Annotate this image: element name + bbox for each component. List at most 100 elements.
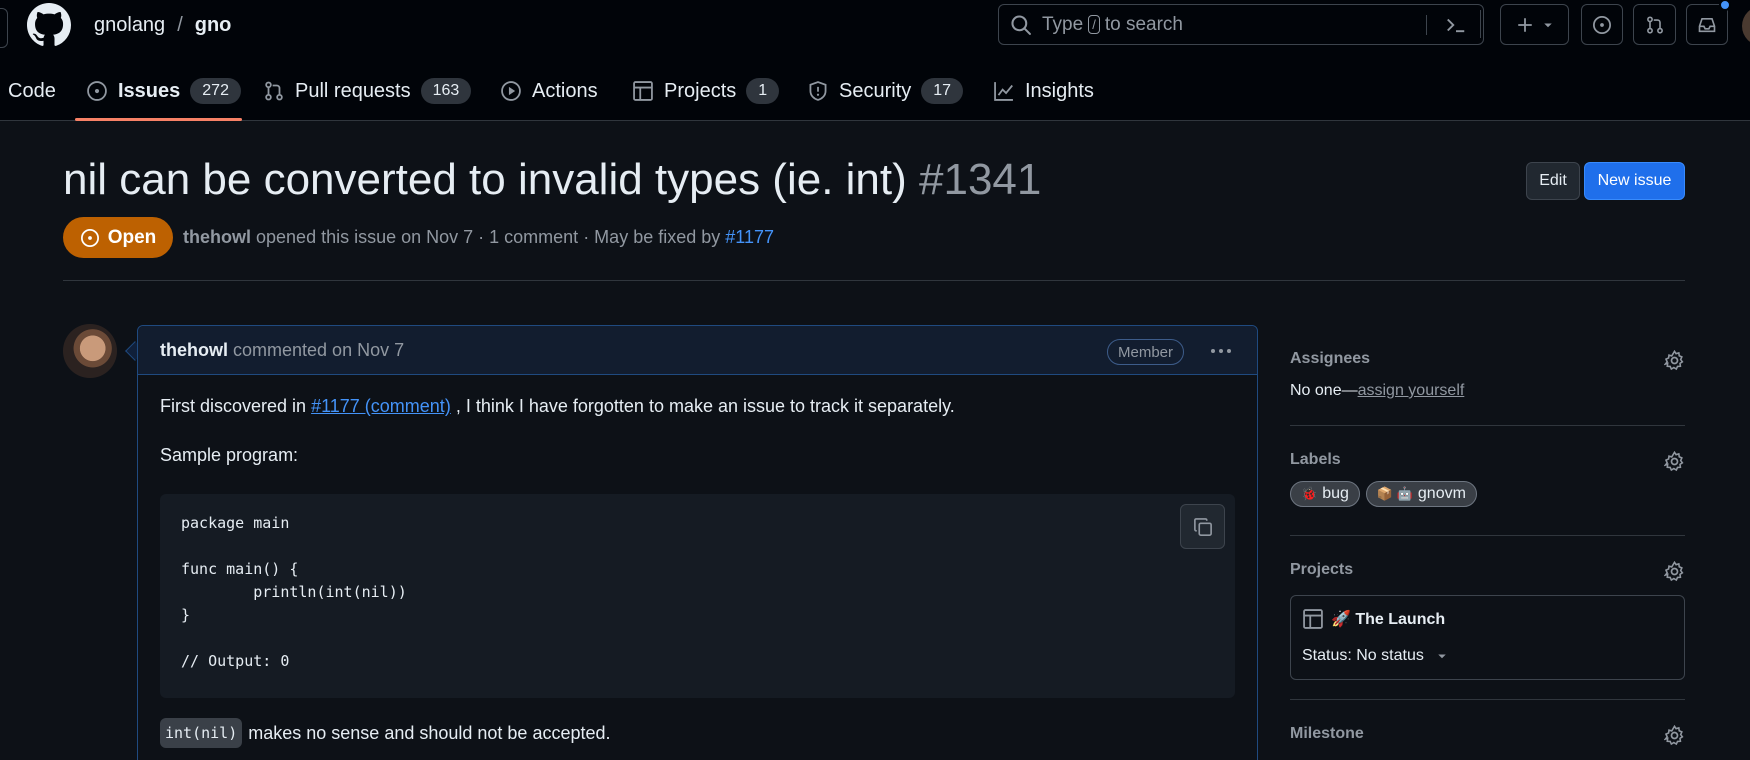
user-avatar[interactable] <box>1742 6 1750 46</box>
comment-author-link[interactable]: thehowl <box>160 340 228 360</box>
create-new-button[interactable] <box>1500 4 1569 45</box>
issue-author-link[interactable]: thehowl <box>183 227 251 247</box>
tab-security-label: Security <box>839 79 912 102</box>
tab-actions[interactable]: Actions <box>500 72 598 110</box>
gear-icon[interactable] <box>1664 350 1685 371</box>
issue-comment: thehowl commented on Nov 7 Member First … <box>137 325 1258 760</box>
search-shortcut-key: / <box>1088 15 1100 34</box>
search-placeholder-suffix: to search <box>1104 13 1183 35</box>
search-input[interactable]: Type / to search <box>998 4 1484 45</box>
your-issues-button[interactable] <box>1581 4 1623 45</box>
issue-title-text: nil can be converted to invalid types (i… <box>63 155 907 204</box>
label-bug[interactable]: 🐞 bug <box>1290 481 1360 507</box>
label-gnovm[interactable]: 📦 🤖 gnovm <box>1365 481 1477 507</box>
table-icon <box>1303 609 1323 629</box>
issue-number: #1341 <box>919 155 1042 204</box>
paragraph-text: makes no sense and should not be accepte… <box>248 723 611 743</box>
comment-byline: thehowl commented on Nov 7 <box>160 340 404 361</box>
code-block: package main func main() { println(int(n… <box>160 494 1235 698</box>
issue-meta: thehowl opened this issue on Nov 7 · 1 c… <box>183 227 774 248</box>
tab-pull-requests-label: Pull requests <box>295 79 411 102</box>
labels-list: 🐞 bug 📦 🤖 gnovm <box>1290 481 1685 507</box>
gear-icon[interactable] <box>1664 451 1685 472</box>
tab-projects[interactable]: Projects 1 <box>632 72 780 110</box>
search-placeholder: Type / to search <box>1042 14 1183 36</box>
breadcrumb: gnolang / gno <box>94 14 231 37</box>
github-logo-icon[interactable] <box>27 3 71 47</box>
breadcrumb-repo[interactable]: gno <box>195 14 232 37</box>
package-robot-icon: 📦 🤖 <box>1376 486 1413 501</box>
tab-code[interactable]: Code <box>8 72 56 110</box>
comment-paragraph: int(nil) makes no sense and should not b… <box>160 718 611 748</box>
notifications-button[interactable] <box>1686 0 1731 45</box>
sidebar-divider <box>1290 699 1685 700</box>
gear-icon[interactable] <box>1664 725 1685 746</box>
tab-pull-requests[interactable]: Pull requests 163 <box>263 72 472 110</box>
plus-icon <box>1517 17 1532 32</box>
tab-insights[interactable]: Insights <box>993 72 1094 110</box>
tab-code-label: Code <box>8 79 56 102</box>
copy-icon <box>1193 517 1212 536</box>
linked-pr-link[interactable]: #1177 <box>725 227 774 247</box>
issue-opened-icon <box>80 228 99 247</box>
graph-icon <box>994 82 1013 101</box>
inbox-icon <box>1698 17 1716 32</box>
repo-tabs: Code Issues 272 Pull requests 163 Action… <box>0 64 1750 121</box>
git-pull-request-icon <box>265 81 283 101</box>
assignees-section: Assignees No one—assign yourself <box>1290 350 1685 410</box>
issue-opened-icon <box>1593 15 1611 34</box>
comment-paragraph: First discovered in #1177 (comment) , I … <box>160 393 955 419</box>
tab-pull-requests-counter: 163 <box>420 78 472 104</box>
projects-heading: Projects <box>1290 561 1354 578</box>
assignees-value: No one—assign yourself <box>1290 382 1685 400</box>
tab-issues-counter: 272 <box>190 78 241 104</box>
menu-button[interactable] <box>0 8 8 48</box>
labels-section: Labels 🐞 bug 📦 🤖 gnovm <box>1290 451 1685 507</box>
copy-button[interactable] <box>1180 504 1225 549</box>
tab-actions-label: Actions <box>532 79 598 102</box>
comment-author-avatar[interactable] <box>63 324 117 378</box>
label-text: bug <box>1322 485 1349 502</box>
tab-security[interactable]: Security 17 <box>807 72 964 110</box>
header-divider <box>63 280 1685 281</box>
tab-issues-label: Issues <box>118 79 181 102</box>
kebab-horizontal-icon[interactable] <box>1209 343 1233 359</box>
tab-issues[interactable]: Issues 272 <box>86 72 241 110</box>
issue-title: nil can be converted to invalid types (i… <box>63 152 1041 208</box>
code-content: package main func main() { println(int(n… <box>181 514 407 670</box>
comment-reference-link[interactable]: #1177 (comment) <box>311 396 451 416</box>
selected-tab-indicator <box>75 118 242 121</box>
issue-state-badge: Open <box>63 217 173 258</box>
issue-state-label: Open <box>107 226 157 248</box>
project-name-link[interactable]: 🚀 The Launch <box>1331 609 1445 629</box>
your-pull-requests-button[interactable] <box>1633 4 1676 45</box>
paragraph-text: First discovered in <box>160 396 307 416</box>
breadcrumb-owner[interactable]: gnolang <box>94 14 165 37</box>
labels-heading: Labels <box>1290 451 1341 468</box>
member-badge: Member <box>1107 339 1185 365</box>
global-header: gnolang / gno Type / to search Code Issu… <box>0 0 1750 121</box>
comment-timestamp[interactable]: commented on Nov 7 <box>233 340 404 360</box>
sidebar-divider <box>1290 425 1685 426</box>
search-placeholder-prefix: Type <box>1042 13 1084 35</box>
edit-button[interactable]: Edit <box>1526 162 1580 200</box>
assignees-heading: Assignees <box>1290 350 1371 367</box>
inline-code: int(nil) <box>160 718 243 748</box>
git-pull-request-icon <box>1646 15 1663 34</box>
shield-icon <box>809 81 827 101</box>
issue-opened-icon <box>87 81 107 101</box>
new-issue-button[interactable]: New issue <box>1584 162 1685 200</box>
tab-security-counter: 17 <box>921 78 964 104</box>
label-text: gnovm <box>1417 485 1466 502</box>
tab-projects-label: Projects <box>664 79 737 102</box>
triangle-down-icon <box>1438 654 1446 659</box>
projects-section: Projects 🚀 The Launch Status: No status <box>1290 561 1685 680</box>
command-palette-icon[interactable] <box>1444 14 1468 36</box>
project-status-dropdown[interactable]: Status: No status <box>1302 647 1448 665</box>
milestone-heading: Milestone <box>1290 725 1364 742</box>
gear-icon[interactable] <box>1664 561 1685 582</box>
triangle-down-icon <box>1543 23 1552 27</box>
tab-insights-label: Insights <box>1025 79 1094 102</box>
comment-header: thehowl commented on Nov 7 Member <box>138 326 1257 375</box>
assign-yourself-link[interactable]: assign yourself <box>1358 382 1465 399</box>
